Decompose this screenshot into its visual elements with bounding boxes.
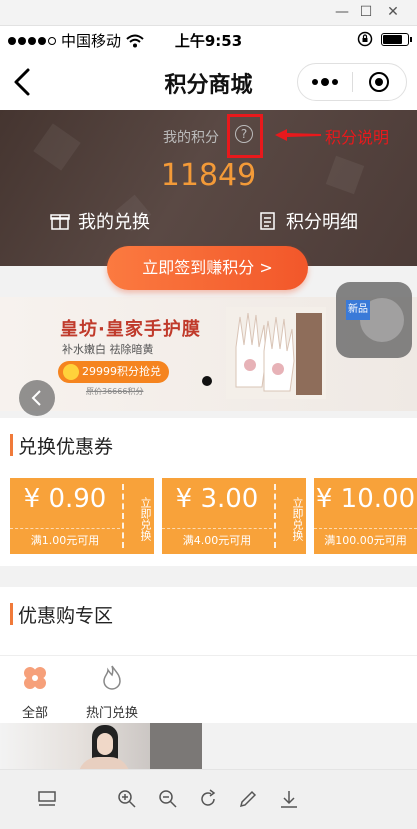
coupon-amount: ¥ 0.90 — [23, 484, 107, 514]
rotate-icon[interactable] — [197, 788, 219, 810]
category-hot[interactable]: 热门兑换 — [77, 664, 147, 721]
zoom-out-icon[interactable] — [157, 788, 179, 810]
annotation-highlight-box — [227, 114, 263, 158]
my-exchange-label: 我的兑换 — [78, 212, 150, 233]
points-detail-label: 积分明细 — [286, 212, 358, 233]
annotation-text: 积分说明 — [325, 128, 390, 147]
layout-icon[interactable] — [36, 788, 58, 810]
banner-subtitle: 补水嫩白 祛除暗黄 — [62, 343, 154, 356]
coupon-amount: ¥ 3.00 — [175, 484, 259, 514]
category-tabs: 全部 热门兑换 — [0, 655, 417, 723]
coupon-list: ¥ 0.90 满1.00元可用 立即兑换 ¥ 3.00 满4.00元可用 立即兑… — [10, 478, 417, 558]
section-title: 优惠购专区 — [18, 605, 114, 627]
receipt-icon — [260, 212, 275, 230]
banner-price-badge: 29999积分抢兑 — [58, 361, 169, 383]
miniprogram-capsule — [297, 63, 407, 101]
my-exchange-button[interactable]: 我的兑换 — [50, 208, 150, 234]
coupon-card[interactable]: ¥ 3.00 满4.00元可用 立即兑换 — [162, 478, 306, 554]
coupon-amount: ¥ 10.00 — [315, 484, 416, 514]
new-tag: 新品 — [346, 300, 370, 320]
gift-icon — [50, 214, 70, 230]
section-title: 兑换优惠券 — [18, 436, 114, 458]
clover-icon — [24, 667, 46, 689]
product-bg — [150, 723, 202, 773]
points-detail-button[interactable]: 积分明细 — [258, 208, 358, 234]
product-figure — [97, 733, 113, 755]
maximize-icon[interactable]: ☐ — [357, 3, 375, 21]
battery-icon — [381, 32, 412, 46]
status-time: 上午9:53 — [174, 32, 243, 50]
category-label: 热门兑换 — [85, 706, 138, 721]
category-label: 全部 — [21, 706, 48, 721]
coupon-exchange-button[interactable]: 立即兑换 — [274, 484, 304, 548]
coupon-section: 兑换优惠券 ¥ 0.90 满1.00元可用 立即兑换 ¥ 3.00 满4.00元… — [0, 418, 417, 566]
edit-icon[interactable] — [237, 788, 259, 810]
coupon-card[interactable]: ¥ 10.00 满100.00元可用 — [314, 478, 417, 554]
annotation-arrow-icon — [275, 129, 321, 141]
coupon-condition: 满4.00元可用 — [162, 528, 272, 548]
navigation-bar: 积分商城 — [0, 54, 417, 110]
chevron-left-icon — [31, 390, 41, 406]
hand-mask-product-image — [226, 307, 326, 399]
carousel-indicator[interactable] — [202, 376, 212, 386]
floating-new-item-button[interactable]: 新品 — [336, 282, 412, 358]
exit-miniprogram-icon[interactable] — [353, 64, 406, 100]
section-header: 兑换优惠券 — [0, 418, 417, 472]
status-bar: 中国移动 上午9:53 — [0, 26, 417, 54]
coupon-condition: 满1.00元可用 — [10, 528, 120, 548]
zoom-in-icon[interactable] — [116, 788, 138, 810]
rotation-lock-icon — [357, 31, 373, 47]
banner-title: 皇坊·皇家手护膜 — [60, 319, 201, 340]
window-titlebar: — ☐ ✕ — [0, 0, 417, 26]
banner-price: 29999积分抢兑 — [82, 365, 161, 378]
checkin-button[interactable]: 立即签到赚积分 > — [107, 246, 308, 290]
close-icon[interactable]: ✕ — [384, 3, 402, 21]
points-header: 我的积分 ? 积分说明 11849 我的兑换 积分明细 — [0, 110, 417, 266]
deal-section: 优惠购专区 — [0, 587, 417, 655]
section-accent-bar — [10, 603, 13, 625]
section-accent-bar — [10, 434, 13, 456]
viewer-toolbar — [0, 769, 417, 829]
more-options-icon[interactable] — [298, 64, 352, 100]
category-all[interactable]: 全部 — [0, 664, 70, 721]
coupon-card[interactable]: ¥ 0.90 满1.00元可用 立即兑换 — [10, 478, 154, 554]
section-header: 优惠购专区 — [0, 587, 417, 641]
app-root: — ☐ ✕ 中国移动 上午9:53 积分商城 我的积分 ? 积分说明 11849… — [0, 0, 417, 829]
download-icon[interactable] — [278, 788, 300, 810]
minimize-icon[interactable]: — — [333, 3, 351, 21]
banner-prev-button[interactable] — [19, 380, 55, 416]
banner-old-price: 原价36666积分 — [86, 387, 144, 396]
coupon-exchange-button[interactable]: 立即兑换 — [122, 484, 152, 548]
product-image[interactable] — [0, 723, 202, 773]
coin-icon — [63, 364, 79, 380]
coupon-condition: 满100.00元可用 — [314, 528, 417, 548]
points-menu: 我的兑换 积分明细 — [0, 208, 417, 234]
points-label: 我的积分 — [163, 130, 219, 146]
flame-icon — [103, 665, 121, 690]
points-value: 11849 — [160, 158, 257, 193]
